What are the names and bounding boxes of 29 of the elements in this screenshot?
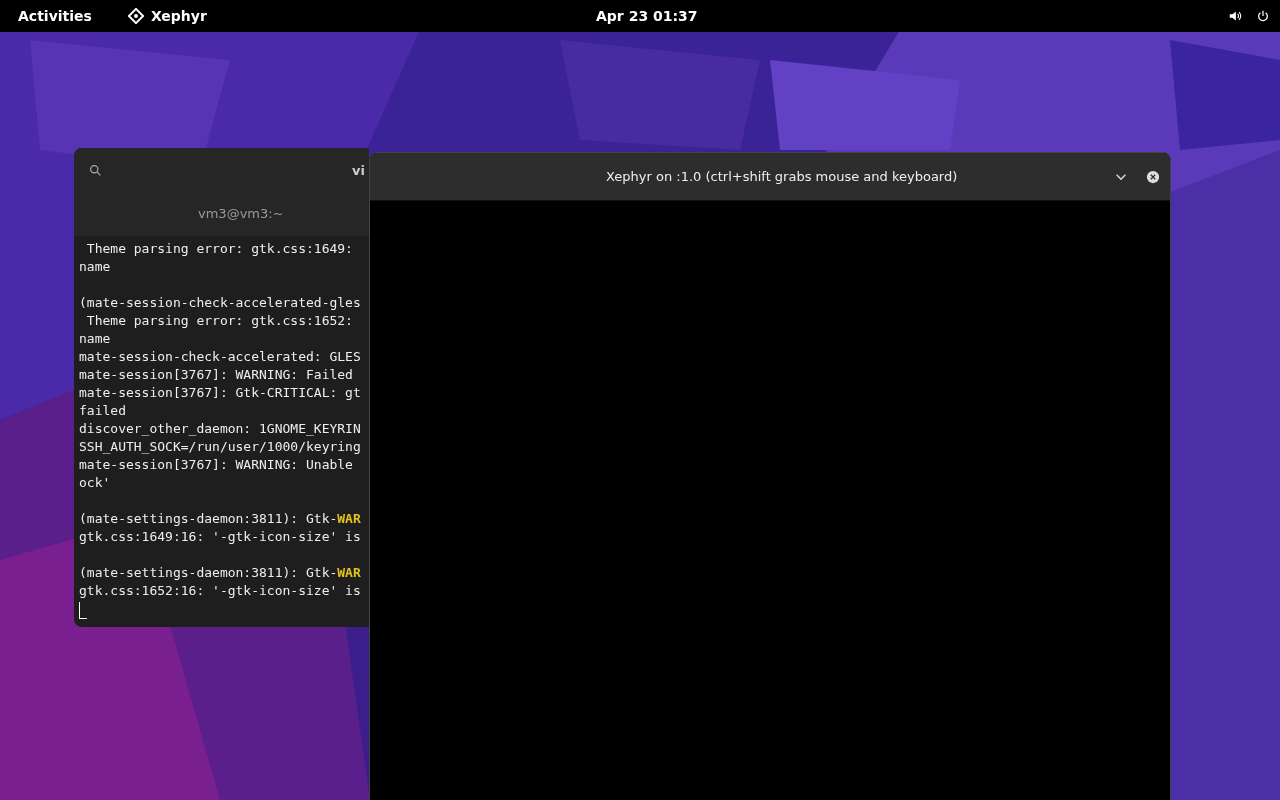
clock[interactable]: Apr 23 01:37 — [596, 8, 698, 24]
terminal-line: mate-session[3767]: WARNING: Failed — [79, 366, 354, 384]
terminal-line: (mate-session-check-accelerated-gles — [79, 294, 362, 312]
text-cursor — [79, 602, 87, 619]
volume-icon[interactable] — [1228, 9, 1242, 23]
terminal-line: SSH_AUTH_SOCK=/run/user/1000/keyring — [79, 438, 362, 456]
search-icon[interactable] — [89, 163, 102, 177]
terminal-line: failed — [79, 402, 127, 420]
terminal-line: name — [79, 258, 112, 276]
window-title: Xephyr on :1.0 (ctrl+shift grabs mouse and keyboard) — [606, 169, 958, 184]
app-menu-label[interactable]: Xephyr — [150, 8, 207, 24]
terminal-line: (mate-settings-daemon:3811): Gtk-WAR — [79, 510, 362, 528]
terminal-line: mate-session-check-accelerated: GLES — [79, 348, 362, 366]
terminal-line: mate-session[3767]: WARNING: Unable — [79, 456, 354, 474]
terminal-line: (mate-settings-daemon:3811): Gtk-WAR — [79, 564, 362, 582]
terminal-tab[interactable]: vm3@vm3:~ — [74, 192, 298, 236]
terminal-line: gtk.css:1649:16: '-gtk-icon-size' is — [79, 528, 362, 546]
terminal-line: mate-session[3767]: Gtk-CRITICAL: gt — [79, 384, 362, 402]
terminal-line: ock' — [79, 474, 112, 492]
power-icon[interactable] — [1256, 9, 1270, 23]
terminal-line: gtk.css:1652:16: '-gtk-icon-size' is — [79, 582, 362, 600]
app-icon[interactable] — [127, 8, 144, 24]
close-icon[interactable] — [1146, 169, 1160, 184]
activities-button[interactable]: Activities — [18, 8, 92, 24]
window-title: vi — [352, 162, 365, 178]
terminal-line: discover_other_daemon: 1GNOME_KEYRIN — [79, 420, 362, 438]
terminal-line: Theme parsing error: gtk.css:1649: — [85, 240, 354, 258]
terminal-line: name — [79, 330, 112, 348]
terminal-line: Theme parsing error: gtk.css:1652: — [85, 312, 354, 330]
